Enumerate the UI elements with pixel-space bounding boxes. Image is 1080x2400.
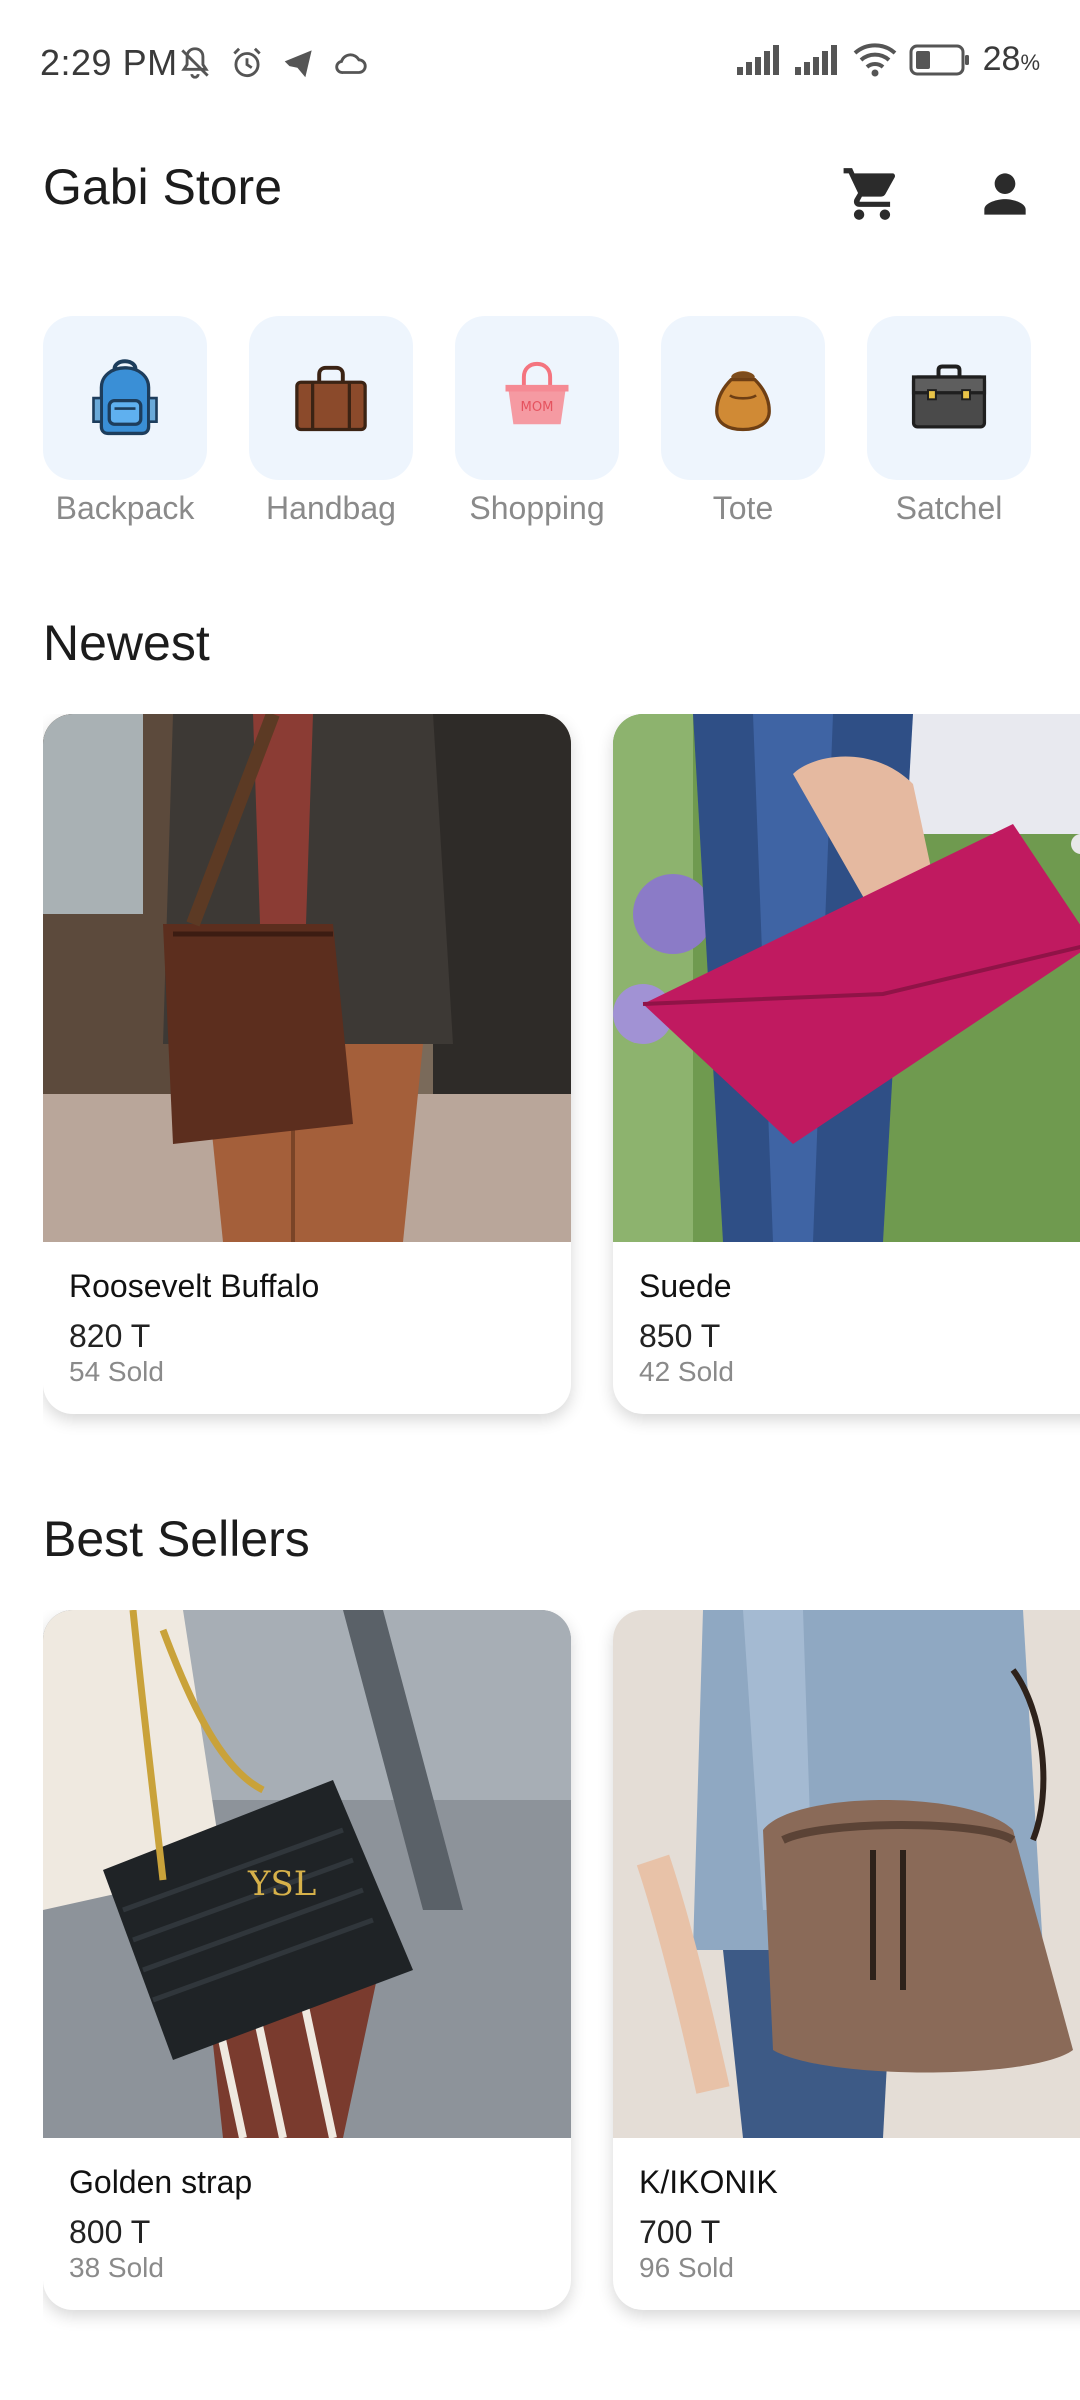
category-tile[interactable] xyxy=(43,316,207,480)
category-tile[interactable] xyxy=(867,316,1031,480)
category-handbag[interactable]: Handbag xyxy=(249,316,413,527)
product-image xyxy=(613,714,1080,1242)
product-card[interactable]: K/IKONIK 700 T 96 Sold xyxy=(613,1610,1080,2310)
cloud-icon xyxy=(335,53,367,74)
category-label: Backpack xyxy=(55,490,195,526)
product-image xyxy=(43,714,571,1242)
handbag-icon xyxy=(295,365,367,432)
tote-icon xyxy=(715,371,771,432)
product-price: 700 T xyxy=(639,2214,721,2250)
backpack-icon xyxy=(92,359,158,436)
category-list: Backpack Handbag MOM Shopping Tote Satch… xyxy=(43,316,1031,527)
svg-text:MOM: MOM xyxy=(521,400,554,415)
account-icon xyxy=(984,173,1026,215)
category-tile[interactable]: MOM xyxy=(455,316,619,480)
product-price: 850 T xyxy=(639,1318,721,1354)
svg-text:YSL: YSL xyxy=(247,1864,316,1904)
section-title-newest: Newest xyxy=(43,615,210,671)
cart-button[interactable] xyxy=(830,152,914,236)
status-notification-icons xyxy=(176,44,370,82)
product-card[interactable]: YSL Golden strap 800 T 38 Sold xyxy=(43,1610,571,2310)
category-satchel[interactable]: Satchel xyxy=(867,316,1031,527)
battery-icon xyxy=(909,44,969,75)
category-label: Tote xyxy=(712,490,774,526)
status-time: 2:29 PM xyxy=(40,42,178,83)
app-bar: Gabi Store xyxy=(0,140,1080,250)
account-button[interactable] xyxy=(963,152,1047,236)
product-sold-count: 96 Sold xyxy=(639,2252,734,2283)
product-price: 800 T xyxy=(69,2214,151,2250)
wifi-icon xyxy=(853,42,896,76)
product-image xyxy=(613,1610,1080,2138)
category-tote[interactable]: Tote xyxy=(661,316,825,527)
category-label: Handbag xyxy=(266,490,396,526)
best-sellers-product-row[interactable]: YSL Golden strap 800 T 38 Sold K/IKONIK … xyxy=(43,1610,1080,2370)
category-tile[interactable] xyxy=(661,316,825,480)
category-shopping[interactable]: MOM Shopping xyxy=(455,316,619,527)
signal-icon xyxy=(736,44,779,75)
newest-product-row[interactable]: Roosevelt Buffalo 820 T 54 Sold Suede 85… xyxy=(43,714,1080,1474)
product-image: YSL xyxy=(43,1610,571,2138)
product-sold-count: 38 Sold xyxy=(69,2252,164,2283)
category-label: Shopping xyxy=(469,490,605,526)
product-sold-count: 54 Sold xyxy=(69,1356,164,1387)
battery-percent: 28% xyxy=(982,40,1040,78)
signal-icon xyxy=(794,44,837,75)
status-bar: 2:29 PM 28% xyxy=(0,0,1080,130)
product-card[interactable]: Roosevelt Buffalo 820 T 54 Sold xyxy=(43,714,571,1414)
product-price: 820 T xyxy=(69,1318,151,1354)
category-label: Satchel xyxy=(895,490,1003,526)
category-tile[interactable] xyxy=(249,316,413,480)
product-name: K/IKONIK xyxy=(639,2164,778,2200)
app-title: Gabi Store xyxy=(43,159,283,215)
cart-icon xyxy=(843,168,895,220)
bell-off-icon xyxy=(181,47,209,79)
section-title-best-sellers: Best Sellers xyxy=(43,1511,310,1567)
product-name: Roosevelt Buffalo xyxy=(69,1268,320,1304)
product-name: Suede xyxy=(639,1268,732,1304)
shopping-bag-icon: MOM xyxy=(505,361,569,425)
product-sold-count: 42 Sold xyxy=(639,1356,734,1387)
status-system-icons: 28% xyxy=(736,40,1040,79)
category-backpack[interactable]: Backpack xyxy=(43,316,207,527)
alarm-icon xyxy=(233,47,261,78)
telegram-icon xyxy=(284,50,312,78)
product-card[interactable]: Suede 850 T 42 Sold xyxy=(613,714,1080,1414)
product-name: Golden strap xyxy=(69,2164,253,2200)
satchel-icon xyxy=(911,364,987,429)
